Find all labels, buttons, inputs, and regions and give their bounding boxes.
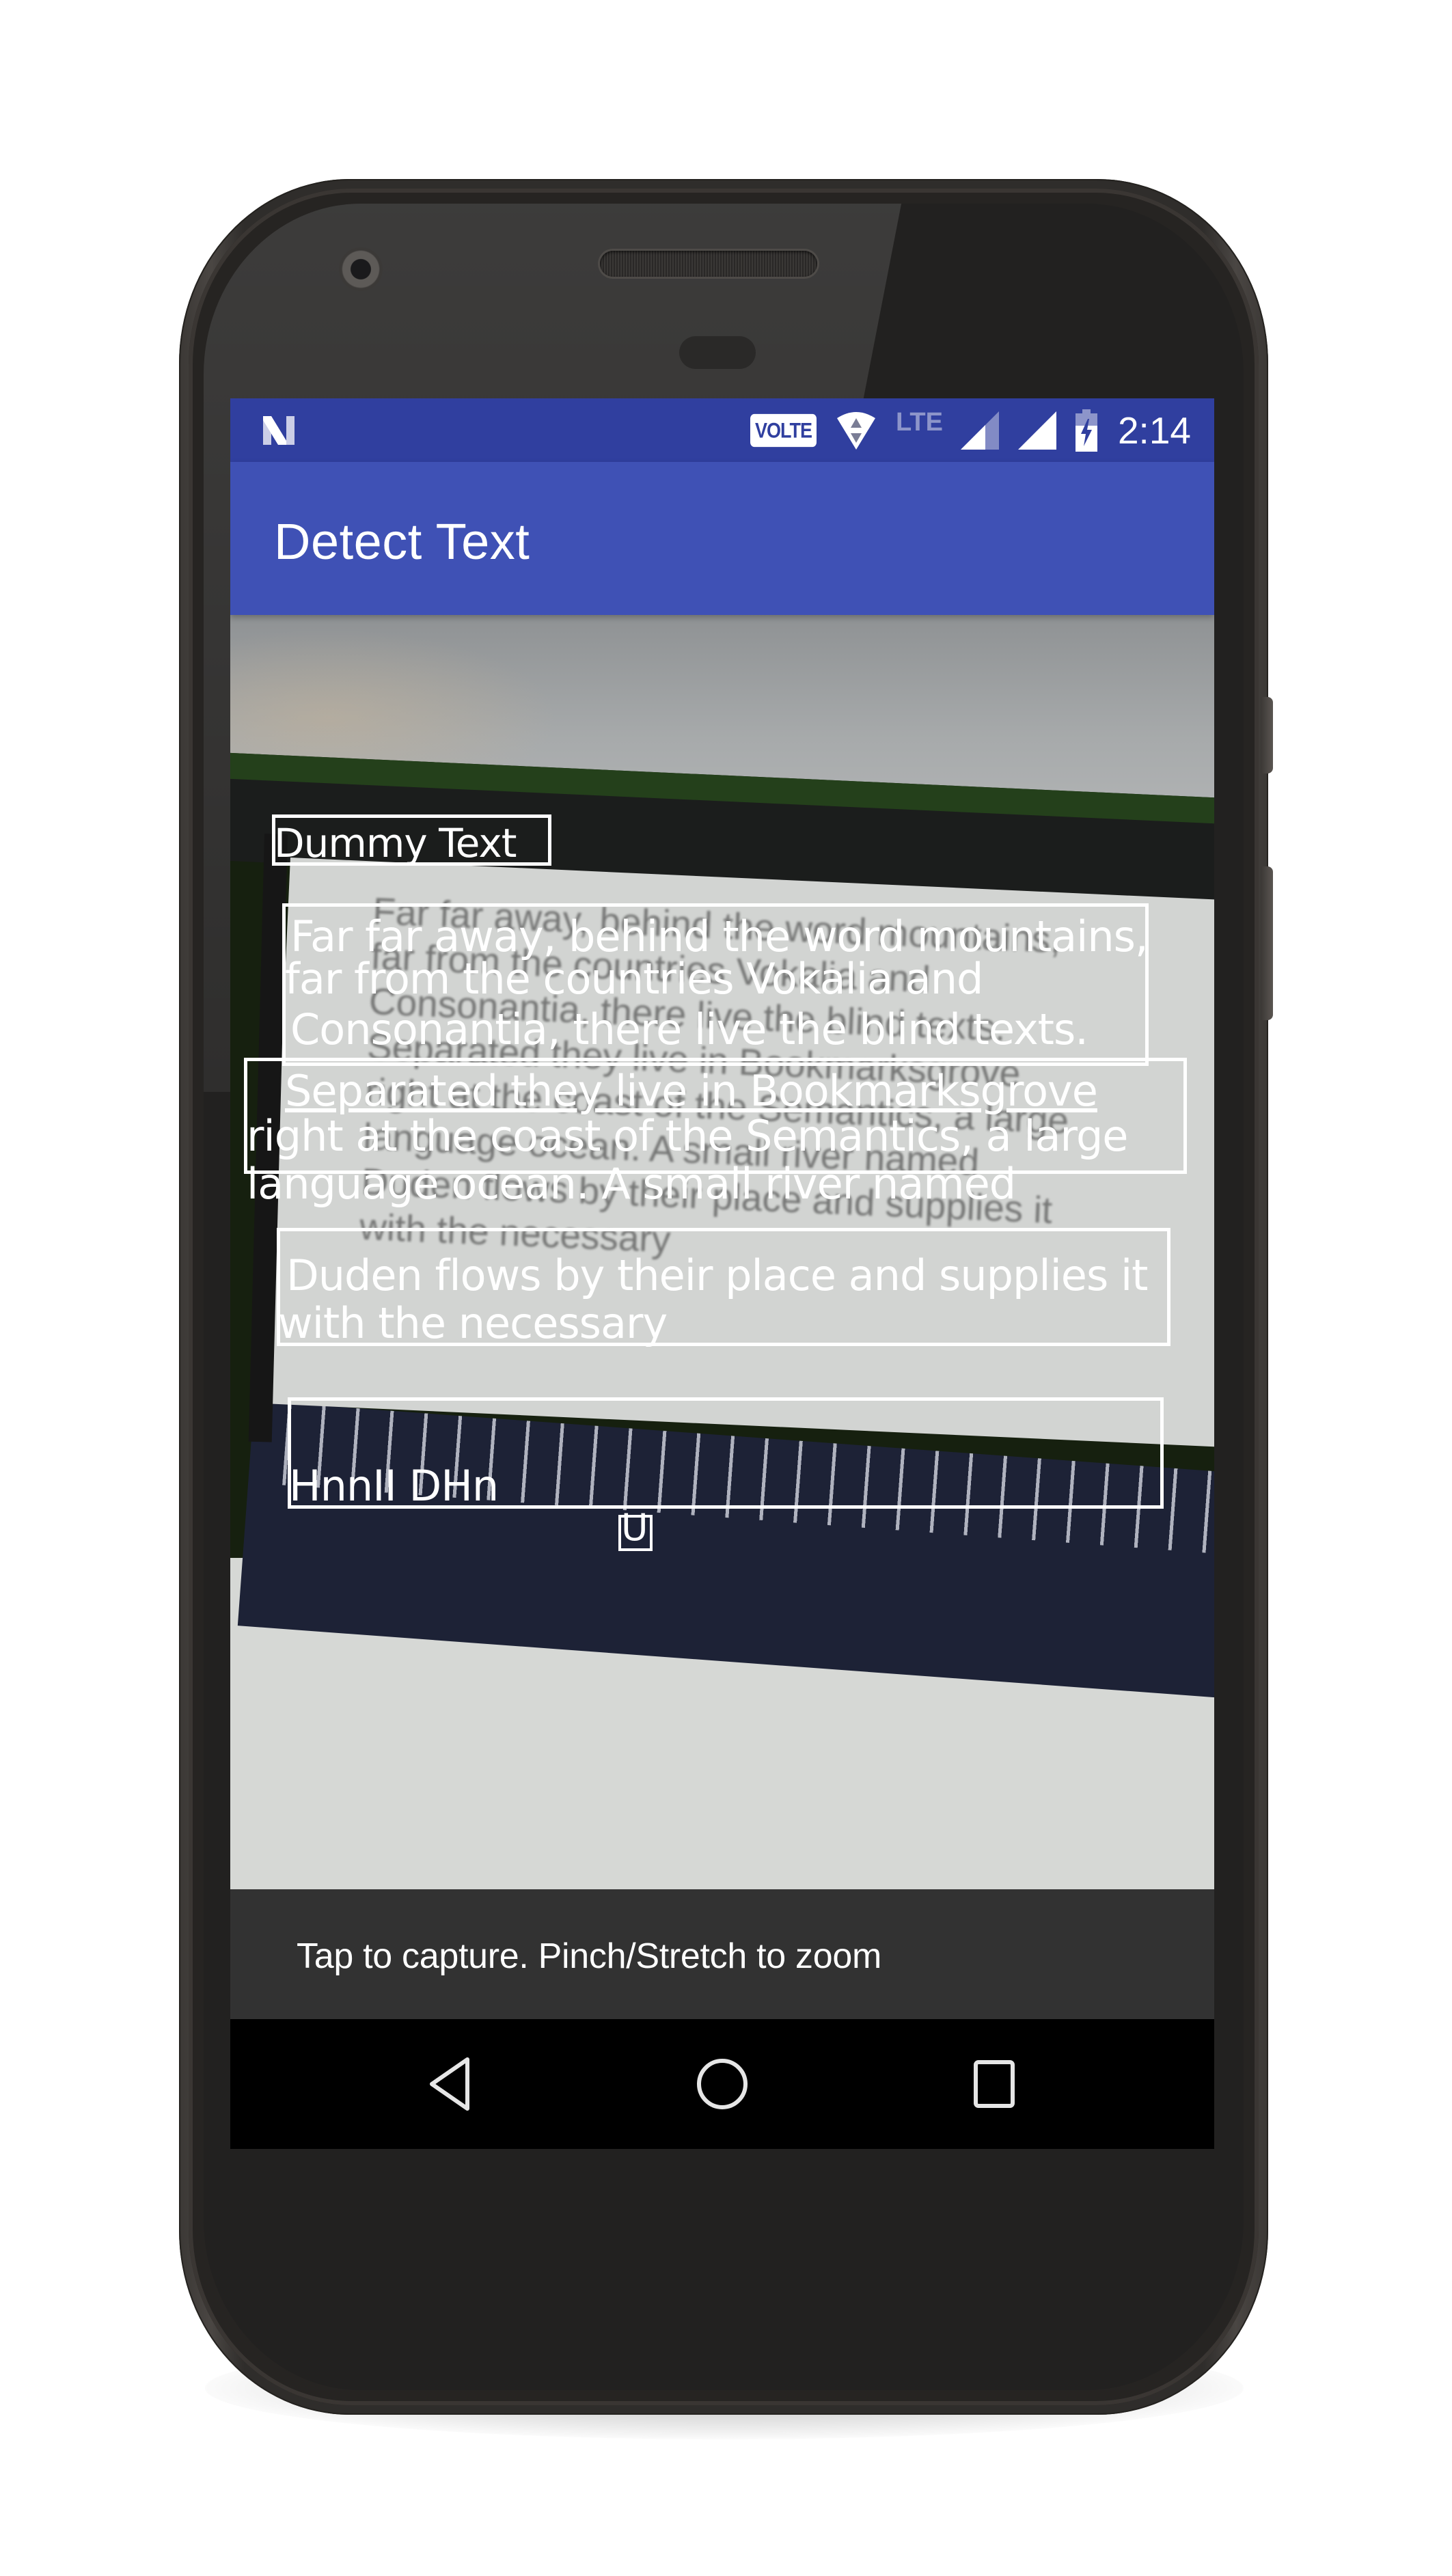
home-circle-icon [697, 2059, 748, 2109]
ocr-text-line: U [621, 1506, 648, 1549]
ocr-text-line: Duden flows by their place and supplies … [286, 1250, 1148, 1300]
ocr-text-line: Consonantia, there live the blind texts. [290, 1004, 1088, 1054]
volte-badge: VOLTE [750, 413, 817, 447]
cell-signal-full-icon [1017, 411, 1056, 450]
app-title: Detect Text [274, 513, 530, 570]
back-triangle-icon [430, 2057, 469, 2111]
phone-screen: VOLTE LTE 2:14 Detect Text Far far away,… [230, 398, 1214, 2149]
ocr-text-line: far from the countries Vokalia and [285, 954, 983, 1004]
earpiece-speaker [600, 251, 817, 277]
status-bar: VOLTE LTE 2:14 [230, 398, 1214, 462]
camera-preview[interactable]: Far far away, behind the word mountains,… [230, 615, 1214, 1889]
ocr-text-line: right at the coast of the Semantics, a l… [247, 1111, 1128, 1161]
front-camera-icon [339, 247, 383, 291]
back-button[interactable] [416, 2050, 484, 2118]
recents-button[interactable] [960, 2050, 1028, 2118]
navigation-bar [230, 2019, 1214, 2149]
wifi-data-activity-icon [837, 411, 875, 450]
volume-button[interactable] [1261, 866, 1273, 1020]
proximity-sensor [679, 336, 756, 369]
status-clock: 2:14 [1117, 409, 1191, 452]
ocr-text-line: HnnII DHn [289, 1461, 499, 1511]
ocr-text-line: language ocean. A small river named [247, 1159, 1016, 1209]
ocr-text-line: Dummy Text [274, 820, 517, 866]
ocr-text-line: with the necessary [278, 1298, 668, 1348]
battery-charging-icon [1075, 409, 1097, 452]
recents-square-icon [974, 2060, 1015, 2108]
hint-bar: Tap to capture. Pinch/Stretch to zoom [230, 1889, 1214, 2019]
lte-label: LTE [896, 408, 943, 437]
cell-signal-partial-icon [960, 411, 999, 450]
app-bar: Detect Text [230, 462, 1214, 615]
home-button[interactable] [688, 2050, 756, 2118]
power-button[interactable] [1261, 697, 1273, 773]
notification-n-icon [263, 416, 294, 445]
hint-text: Tap to capture. Pinch/Stretch to zoom [297, 1936, 882, 1976]
status-icons: VOLTE LTE 2:14 [750, 398, 1191, 462]
